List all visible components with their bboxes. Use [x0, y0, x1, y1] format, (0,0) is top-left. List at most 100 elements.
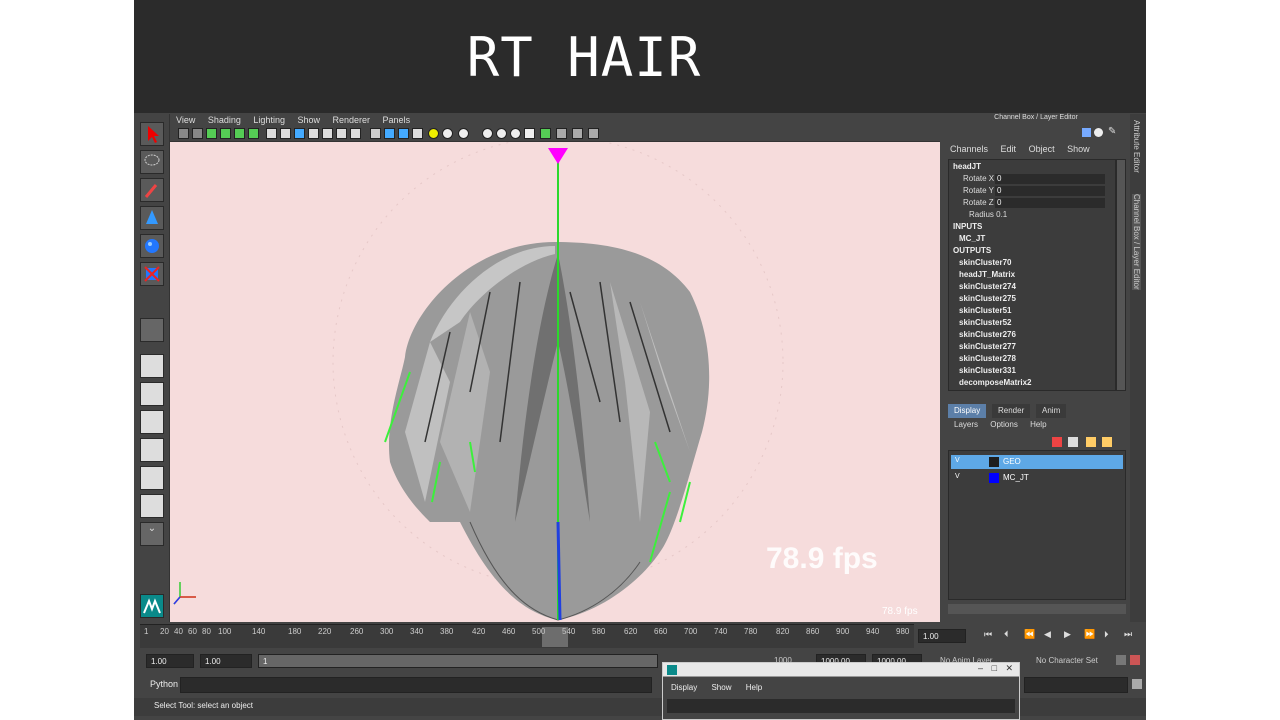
script-editor-icon[interactable]: [1132, 679, 1142, 689]
layer-visibility-toggle[interactable]: V: [955, 457, 965, 467]
python-window-input[interactable]: [667, 699, 1015, 713]
2d-pan-icon[interactable]: [234, 128, 245, 139]
menu-lighting[interactable]: Lighting: [253, 114, 285, 126]
viewport-renderer-icon[interactable]: [588, 128, 599, 139]
output-node[interactable]: skinCluster278: [959, 354, 1016, 363]
move-tool-icon[interactable]: [140, 206, 164, 230]
multisample-aa-icon[interactable]: [496, 128, 507, 139]
menu-shading[interactable]: Shading: [208, 114, 241, 126]
safe-title-icon[interactable]: [350, 128, 361, 139]
attr-rotate-y-label[interactable]: Rotate Y: [963, 186, 994, 195]
menu-options[interactable]: Options: [990, 420, 1018, 429]
playback-start-field[interactable]: 1.00: [200, 654, 252, 668]
step-forward-frame-icon[interactable]: ⏵: [1104, 629, 1109, 640]
maya-logo-icon[interactable]: [140, 594, 164, 618]
menu-show[interactable]: Show: [711, 683, 731, 692]
close-icon[interactable]: ✕: [1005, 663, 1013, 674]
input-node[interactable]: MC_JT: [959, 234, 985, 243]
attr-rotate-x-label[interactable]: Rotate X: [963, 174, 994, 183]
image-plane-icon[interactable]: [220, 128, 231, 139]
new-layer-icon[interactable]: [1052, 437, 1062, 447]
output-node[interactable]: skinCluster276: [959, 330, 1016, 339]
menu-view[interactable]: View: [176, 114, 195, 126]
play-backwards-icon[interactable]: ◀: [1044, 629, 1051, 640]
menu-display[interactable]: Display: [671, 683, 697, 692]
menu-help[interactable]: Help: [1030, 420, 1046, 429]
step-back-key-icon[interactable]: ⏪: [1024, 629, 1035, 640]
maximize-icon[interactable]: □: [992, 663, 997, 673]
rotate-tool-icon[interactable]: [140, 234, 164, 258]
attr-rotate-x-field[interactable]: 0: [995, 174, 1105, 184]
smooth-shade-icon[interactable]: [384, 128, 395, 139]
xray-joints-icon[interactable]: [556, 128, 567, 139]
character-set-dropdown[interactable]: No Character Set: [1036, 656, 1098, 665]
tab-channel-box[interactable]: Channel Box / Layer Editor: [1132, 194, 1141, 290]
output-node[interactable]: headJT_Matrix: [959, 270, 1015, 279]
move-layer-up-icon[interactable]: [1086, 437, 1096, 447]
menu-edit[interactable]: Edit: [1001, 144, 1017, 154]
play-forwards-icon[interactable]: ▶: [1064, 629, 1071, 640]
menu-show[interactable]: Show: [297, 114, 320, 126]
layer-color-swatch[interactable]: [989, 457, 999, 467]
layer-row-mc-jt[interactable]: V MC_JT: [951, 471, 1123, 485]
node-name[interactable]: headJT: [953, 162, 981, 171]
menu-show[interactable]: Show: [1067, 144, 1090, 154]
minimize-icon[interactable]: –: [978, 663, 983, 673]
go-to-end-icon[interactable]: ⏭: [1124, 629, 1132, 640]
menu-layers[interactable]: Layers: [954, 420, 978, 429]
output-node[interactable]: skinCluster331: [959, 366, 1016, 375]
animation-preferences-icon[interactable]: [1130, 655, 1140, 665]
last-tool-icon[interactable]: [140, 318, 164, 342]
layer-editor-hscrollbar[interactable]: [948, 604, 1126, 614]
use-all-lights-icon[interactable]: [428, 128, 439, 139]
layer-color-swatch[interactable]: [989, 473, 999, 483]
four-view-layout-icon[interactable]: [140, 382, 164, 406]
output-node[interactable]: skinCluster274: [959, 282, 1016, 291]
hypershade-layout-icon[interactable]: [140, 466, 164, 490]
wireframe-icon[interactable]: [370, 128, 381, 139]
time-slider[interactable]: 1 20 40 60 80 100 140 180 220 260 300 34…: [140, 624, 914, 648]
current-time-marker[interactable]: [542, 627, 568, 647]
command-language-toggle[interactable]: Python: [150, 679, 178, 689]
gate-mask-icon[interactable]: [308, 128, 319, 139]
film-gate-icon[interactable]: [280, 128, 291, 139]
scale-tool-icon[interactable]: [140, 262, 164, 286]
menu-object[interactable]: Object: [1029, 144, 1055, 154]
menu-help[interactable]: Help: [746, 683, 762, 692]
step-back-frame-icon[interactable]: ⏴: [1004, 629, 1009, 640]
wireframe-on-shaded-icon[interactable]: [398, 128, 409, 139]
attr-rotate-z-label[interactable]: Rotate Z: [963, 198, 994, 207]
layer-visibility-toggle[interactable]: V: [955, 473, 965, 483]
bookmark-icon[interactable]: [206, 128, 217, 139]
persp-graph-layout-icon[interactable]: [140, 438, 164, 462]
isolate-select-icon[interactable]: [524, 128, 535, 139]
grid-icon[interactable]: [266, 128, 277, 139]
depth-of-field-icon[interactable]: [510, 128, 521, 139]
range-slider[interactable]: 1: [258, 654, 658, 668]
screen-space-ao-icon[interactable]: [458, 128, 469, 139]
shadows-icon[interactable]: [442, 128, 453, 139]
outliner-layout-icon[interactable]: [140, 494, 164, 518]
single-perspective-layout-icon[interactable]: [140, 354, 164, 378]
camera-select-icon[interactable]: [178, 128, 189, 139]
output-node[interactable]: skinCluster275: [959, 294, 1016, 303]
menu-channels[interactable]: Channels: [950, 144, 988, 154]
resolution-gate-icon[interactable]: [294, 128, 305, 139]
safe-action-icon[interactable]: [336, 128, 347, 139]
xray-components-icon[interactable]: [572, 128, 583, 139]
tab-attribute-editor[interactable]: Attribute Editor: [1132, 120, 1141, 173]
menu-panels[interactable]: Panels: [383, 114, 411, 126]
channel-box-scrollbar[interactable]: [1116, 159, 1126, 391]
field-chart-icon[interactable]: [322, 128, 333, 139]
perspective-viewport[interactable]: 78.9 fps 78.9 fps: [170, 142, 940, 622]
output-node[interactable]: skinCluster52: [959, 318, 1011, 327]
current-frame-field[interactable]: 1.00: [918, 629, 966, 643]
textured-icon[interactable]: [412, 128, 423, 139]
grease-pencil-icon[interactable]: [248, 128, 259, 139]
channel-box-icon[interactable]: [1082, 128, 1091, 137]
attribute-editor-icon[interactable]: [1094, 128, 1103, 137]
xray-icon[interactable]: [540, 128, 551, 139]
layout-dropdown-icon[interactable]: ⌄: [140, 522, 164, 546]
auto-key-icon[interactable]: [1116, 655, 1126, 665]
move-layer-down-icon[interactable]: [1102, 437, 1112, 447]
